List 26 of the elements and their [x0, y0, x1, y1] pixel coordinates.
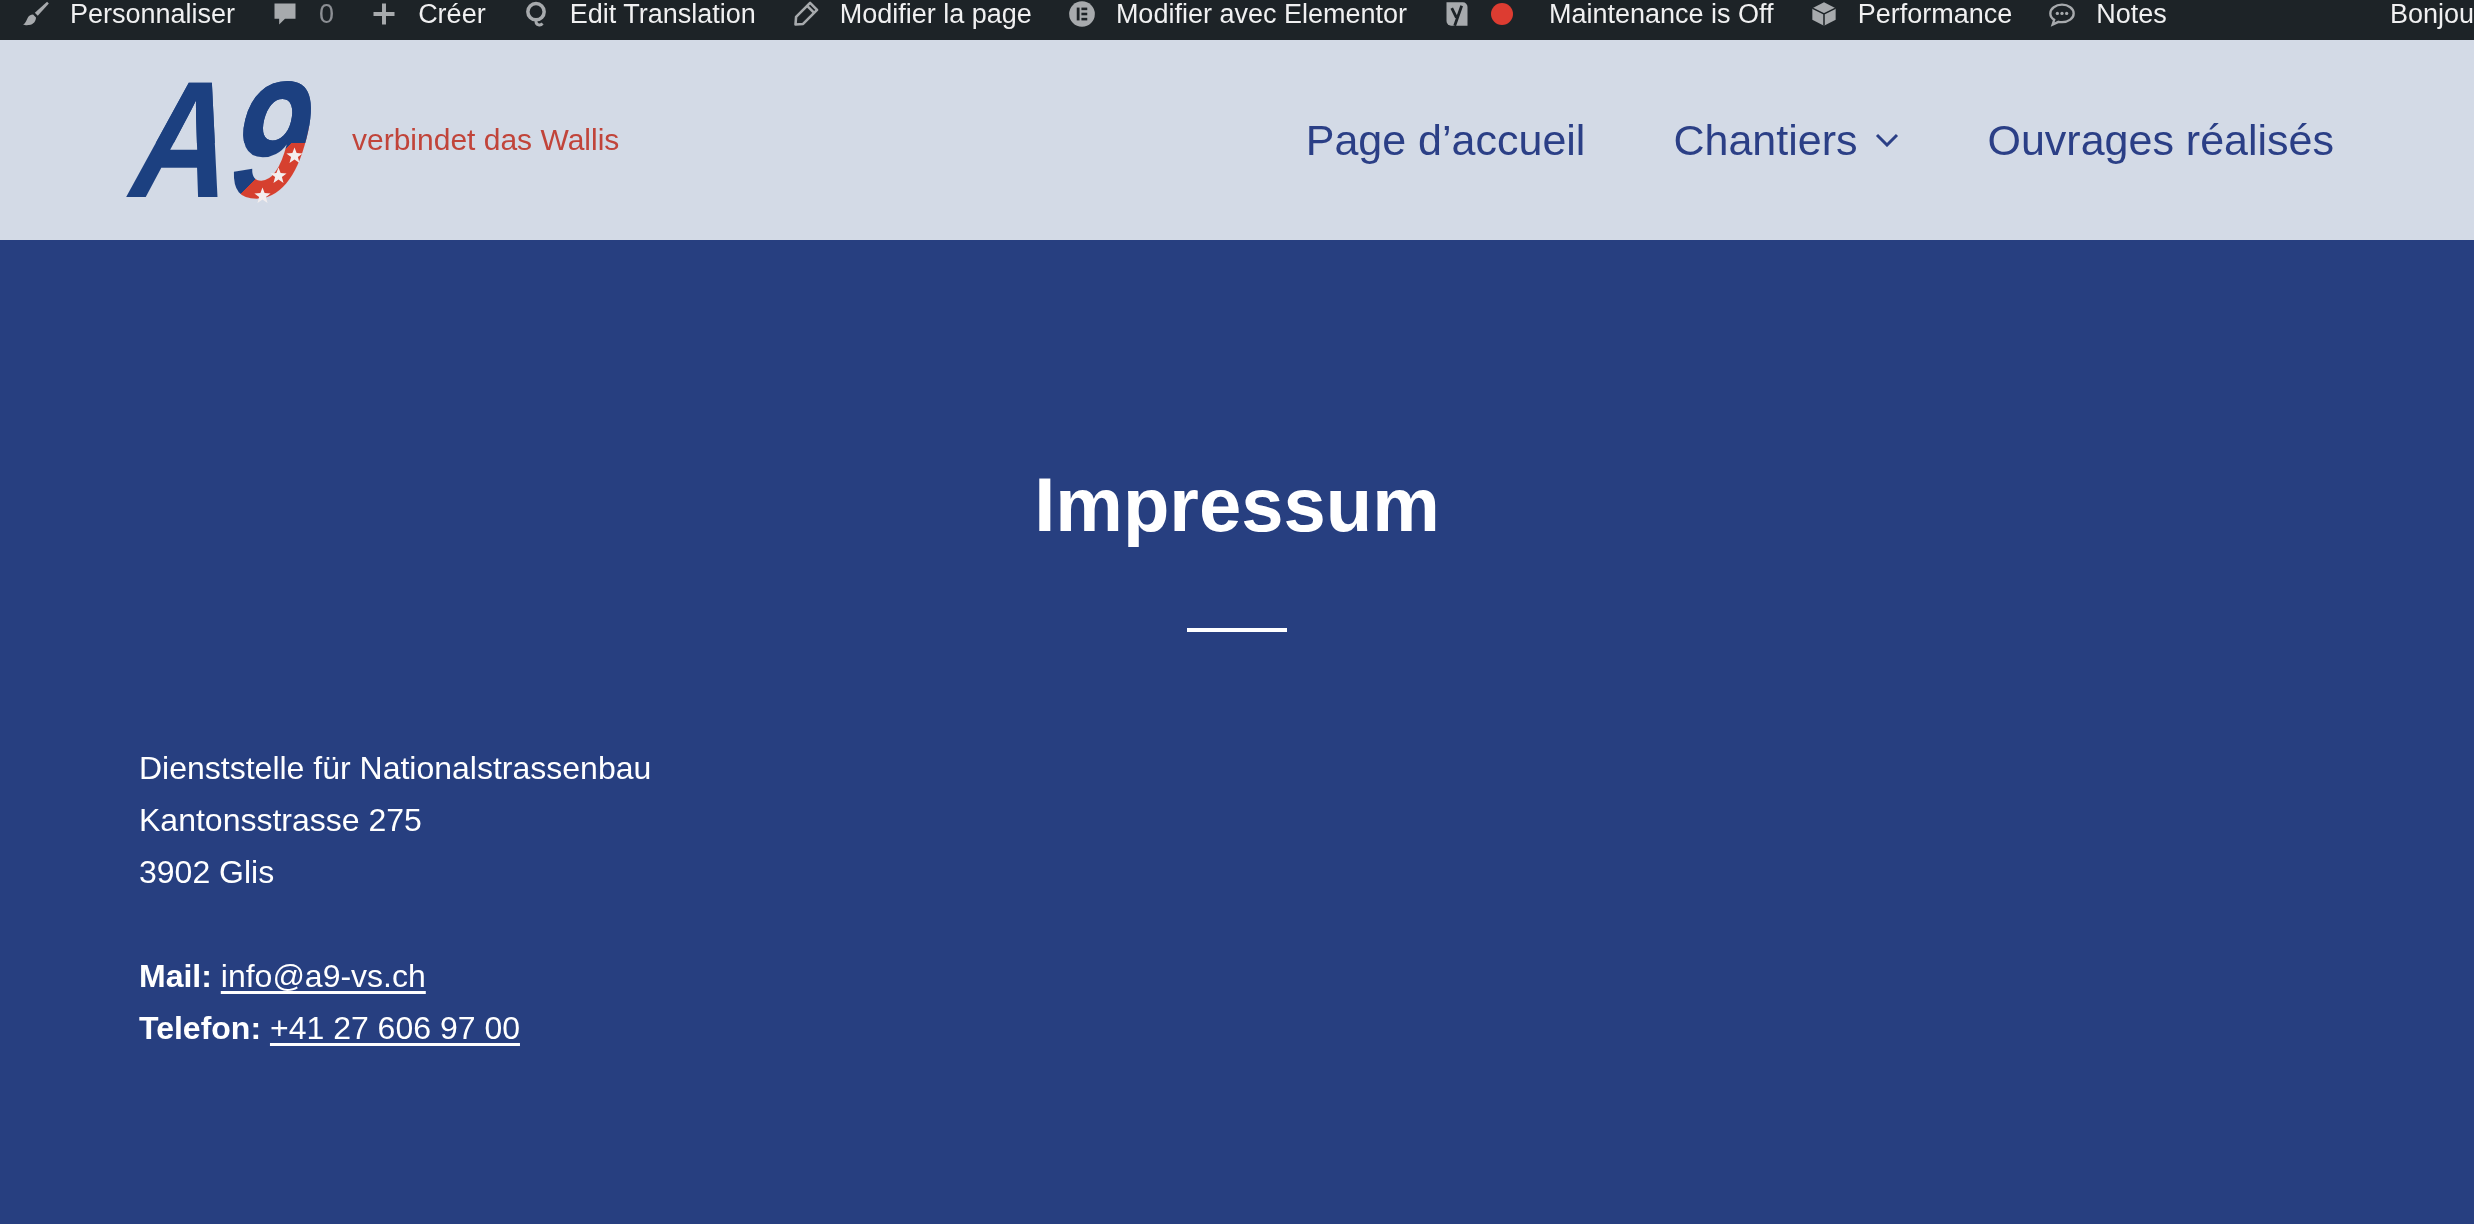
account-link[interactable]: Bonjou: [2389, 0, 2474, 28]
admin-bar-link[interactable]: Notes: [2048, 0, 2167, 28]
nav-link[interactable]: Ouvrages réalisés: [1987, 114, 2334, 166]
star-icon: [286, 147, 303, 164]
contact-label: Mail:: [139, 958, 212, 994]
contact-label: Telefon:: [139, 1010, 262, 1046]
admin-bar-link[interactable]: Edit Translation: [521, 0, 756, 28]
admin-bar-link[interactable]: 0: [271, 0, 335, 28]
site-tagline: verbindet das Wallis: [352, 122, 620, 158]
address-line: Dienststelle für Nationalstrassenbau: [139, 749, 652, 788]
star-icon: [270, 167, 287, 184]
address-line: Kantonsstrasse 275: [139, 801, 422, 840]
admin-bar-link[interactable]: Performance: [1809, 0, 2013, 28]
pencil-icon: [791, 0, 820, 28]
contact-link[interactable]: +41 27 606 97 00: [269, 1010, 520, 1046]
address-line: 3902 Glis: [139, 853, 275, 892]
contact-link[interactable]: info@a9-vs.ch: [220, 958, 426, 994]
admin-bar-link[interactable]: Modifier avec Elementor: [1067, 0, 1407, 28]
brush-icon: [22, 0, 50, 28]
admin-bar-link[interactable]: Personnaliser: [22, 0, 236, 28]
admin-bar-link[interactable]: Créer: [370, 0, 486, 28]
admin-bar-link[interactable]: Maintenance is Off: [1549, 0, 1774, 28]
nav-link[interactable]: Page d’accueil: [1305, 114, 1586, 166]
nav-link[interactable]: Chantiers: [1673, 114, 1900, 166]
admin-bar-link[interactable]: Modifier la page: [791, 0, 1032, 28]
page-title: Impressum: [1034, 461, 1440, 549]
